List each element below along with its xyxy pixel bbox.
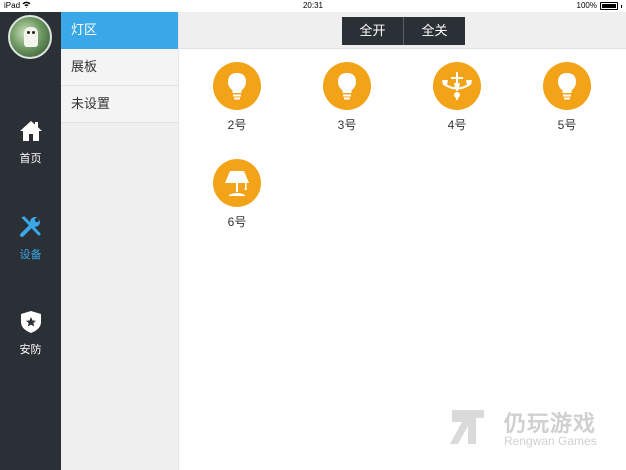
watermark: 仍玩游戏 Rengwan Games	[448, 404, 618, 454]
shield-icon	[18, 309, 44, 335]
nav-item-label: 首页	[19, 153, 42, 165]
watermark-logo-icon	[450, 410, 484, 444]
status-right: 100%	[577, 0, 622, 12]
device-label: 3号	[337, 118, 357, 132]
tools-icon	[18, 214, 44, 240]
nav-item-label: 设备	[19, 249, 42, 261]
category-list: 灯区 展板 未设置	[61, 12, 178, 470]
screen: iPad 20:31 100% 首页 设备 安防 灯区 展板 未设置 全开 全关…	[0, 0, 626, 470]
device-item-2[interactable]: 2号	[202, 62, 272, 133]
avatar[interactable]	[8, 15, 52, 59]
status-bar: iPad 20:31 100%	[0, 0, 626, 12]
nav-item-device[interactable]: 设备	[0, 214, 61, 262]
all-off-button[interactable]: 全关	[404, 17, 465, 45]
bulb-icon	[323, 62, 371, 110]
bulb-icon	[213, 62, 261, 110]
device-label: 6号	[227, 215, 247, 229]
nav-item-security[interactable]: 安防	[0, 309, 61, 357]
table-lamp-icon	[213, 159, 261, 207]
all-on-button[interactable]: 全开	[342, 17, 403, 45]
avatar-figure	[24, 27, 38, 47]
device-label: 5号	[557, 118, 577, 132]
device-item-4[interactable]: 4号	[422, 62, 492, 133]
category-item-display-board[interactable]: 展板	[61, 49, 178, 86]
device-item-3[interactable]: 3号	[312, 62, 382, 133]
toggle-all-group: 全开 全关	[342, 17, 465, 45]
watermark-en: Rengwan Games	[504, 434, 597, 448]
left-nav: 首页 设备 安防	[0, 12, 61, 470]
status-time: 20:31	[302, 1, 324, 10]
device-label: 2号	[227, 118, 247, 132]
device-item-6[interactable]: 6号	[202, 159, 272, 230]
category-item-light-zone[interactable]: 灯区	[61, 12, 178, 49]
bulb-icon	[543, 62, 591, 110]
device-item-5[interactable]: 5号	[532, 62, 602, 133]
chandelier-icon	[433, 62, 481, 110]
category-item-unset[interactable]: 未设置	[61, 86, 178, 123]
battery-tip	[621, 4, 622, 8]
toolbar: 全开 全关	[179, 12, 626, 49]
nav-item-home[interactable]: 首页	[0, 118, 61, 166]
battery-percent: 100%	[576, 1, 597, 10]
main-panel: 全开 全关 2号 3号 4号 5号 6号	[178, 12, 626, 470]
nav-item-label: 安防	[19, 344, 42, 356]
device-label: 4号	[447, 118, 467, 132]
home-icon	[18, 118, 44, 144]
battery-icon	[600, 2, 618, 10]
